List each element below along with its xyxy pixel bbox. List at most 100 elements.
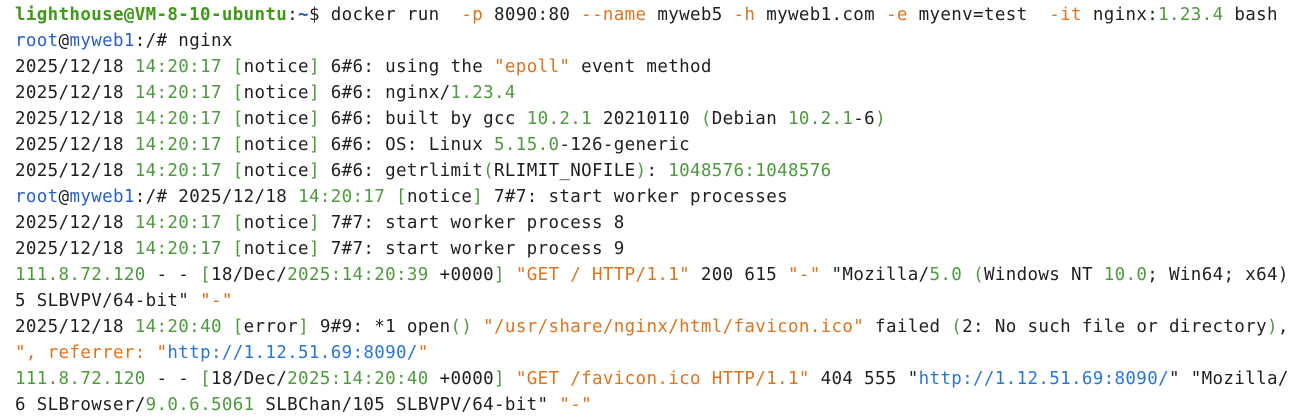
terminal-text-segment: @ [58,187,70,207]
terminal-window[interactable]: lighthouse@VM-8-10-ubuntu:~$ docker run … [0,0,1299,419]
terminal-text-segment: ) [1266,317,1278,337]
terminal-text-segment: 10.0 [1103,265,1148,285]
terminal-text-segment: [ [200,265,211,285]
terminal-text-segment: http://1.12.51.69:8090/ [167,343,418,363]
terminal-text-segment: myweb1 [69,187,135,207]
terminal-text-segment: "GET / HTTP/1.1" [515,265,690,285]
terminal-line: ", referrer: "http://1.12.51.69:8090/" [15,340,1299,366]
terminal-text-segment: 2025/12/18 [15,109,135,129]
terminal-text-segment: 6#6: built by gcc [319,109,527,129]
terminal-text-segment: 5 SLBVPV/64-bit" [15,291,201,311]
terminal-text-segment: 14:20:17 [134,213,222,233]
terminal-text-segment: "Mozilla/ [820,265,930,285]
terminal-text-segment: 2025/12/18 [15,135,135,155]
terminal-text-segment: [ [221,161,244,181]
terminal-text-segment: 6 SLBrowser/ [15,395,146,415]
terminal-text-segment: - - [145,369,201,389]
terminal-text-segment: notice [243,57,309,77]
terminal-text-segment: Windows NT [983,265,1104,285]
terminal-text-segment: [ [200,369,211,389]
terminal-text-segment: 14:20:17 [134,83,222,103]
terminal-text-segment: 5.0 [929,265,963,285]
terminal-text-segment: 404 555 " [809,369,919,389]
terminal-text-segment: 6#6: getrlimit [319,161,484,181]
terminal-text-segment: failed [864,317,952,337]
terminal-text-segment: 200 615 [690,265,788,285]
terminal-text-segment: RLIMIT_NOFILE [494,161,636,181]
terminal-text-segment: -126-generic [559,135,690,155]
terminal-text-segment: "-" [787,265,821,285]
terminal-text-segment: "-" [559,395,592,415]
terminal-text-segment: 7#7: start worker processes [483,187,788,207]
terminal-line: 2025/12/18 14:20:17 [notice] 6#6: nginx/… [15,80,1299,106]
terminal-text-segment: :/# 2025/12/18 [134,187,299,207]
terminal-text-segment: 111.8.72.120 [15,369,146,389]
terminal-text-segment: $ docker run [308,5,462,25]
terminal-text-segment: "GET /favicon.ico HTTP/1.1" [515,369,810,389]
terminal-text-segment: 14:20:17 [134,109,222,129]
terminal-line: 2025/12/18 14:20:17 [notice] 6#6: built … [15,106,1299,132]
terminal-text-segment: 14:20:17 [134,239,222,259]
terminal-text-segment: [ [221,135,244,155]
terminal-line: 6 SLBrowser/9.0.6.5061 SLBChan/105 SLBVP… [15,392,1299,418]
terminal-text-segment: ] [298,317,309,337]
terminal-line: root@myweb1:/# nginx [15,28,1299,54]
terminal-text-segment: 14:20:17 [134,135,222,155]
terminal-text-segment: 2025/12/18 [15,161,135,181]
terminal-line: 111.8.72.120 - - [18/Dec/2025:14:20:39 +… [15,262,1299,288]
terminal-text-segment: 20210110 [592,109,701,129]
terminal-text-segment: 1.23.4 [450,83,516,103]
terminal-text-segment: 6#6: using the [319,57,495,77]
terminal-text-segment: 6#6: nginx/ [319,83,451,103]
terminal-text-segment: : [646,161,669,181]
terminal-text-segment: ] [308,57,320,77]
terminal-text-segment: ] [472,187,484,207]
terminal-text-segment: error [243,317,299,337]
terminal-text-segment: 10.2.1 [787,109,854,129]
terminal-text-segment: ] [308,161,320,181]
terminal-text-segment: () [450,317,473,337]
terminal-text-segment: @ [58,31,70,51]
terminal-text-segment: 18/Dec/ [210,265,288,285]
terminal-text-segment: notice [243,213,309,233]
terminal-text-segment: 111.8.72.120 [15,265,146,285]
terminal-text-segment: 8090:80 [483,5,582,25]
terminal-text-segment: ] [308,109,320,129]
terminal-text-segment: root [15,31,59,51]
terminal-text-segment: ", referrer: " [15,343,168,363]
terminal-text-segment: " "Mozilla/ [1168,369,1289,389]
terminal-line: 2025/12/18 14:20:17 [notice] 6#6: OS: Li… [15,132,1299,158]
terminal-line: 2025/12/18 14:20:17 [notice] 7#7: start … [15,236,1299,262]
terminal-text-segment: [ [385,187,407,207]
terminal-text-segment: "epoll" [494,57,571,77]
terminal-text-segment: 1048576:1048576 [668,161,832,181]
terminal-text-segment: 7#7: start worker process 9 [319,239,625,259]
terminal-text-segment: root [15,187,59,207]
terminal-text-segment: -6 [853,109,876,129]
terminal-text-segment: ] [308,135,320,155]
terminal-text-segment: : [287,5,299,25]
terminal-line: lighthouse@VM-8-10-ubuntu:~$ docker run … [15,2,1299,28]
terminal-text-segment: 9#9: *1 open [308,317,451,337]
terminal-text-segment: 14:20:17 [134,161,222,181]
terminal-text-segment: notice [406,187,473,207]
terminal-line: 2025/12/18 14:20:17 [notice] 7#7: start … [15,210,1299,236]
terminal-text-segment: -h [733,5,756,25]
terminal-text-segment: 2025:14:20:39 [287,265,429,285]
terminal-text-segment: --name [581,5,647,25]
terminal-text-segment: notice [243,135,309,155]
terminal-text-segment: ] [308,83,320,103]
terminal-text-segment: 14:20:17 [298,187,386,207]
terminal-text-segment: [ [221,239,244,259]
terminal-text-segment: "/usr/share/nginx/html/favicon.ico" [483,317,865,337]
terminal-text-segment: -p [461,5,484,25]
terminal-text-segment: [ [221,83,244,103]
terminal-text-segment: 2025/12/18 [15,239,135,259]
terminal-text-segment: notice [243,239,309,259]
terminal-text-segment: 2: No such file or directory [962,317,1267,337]
terminal-text-segment: myweb1 [69,31,135,51]
terminal-text-segment: -it [1049,5,1082,25]
terminal-text-segment: ~ [298,5,309,25]
